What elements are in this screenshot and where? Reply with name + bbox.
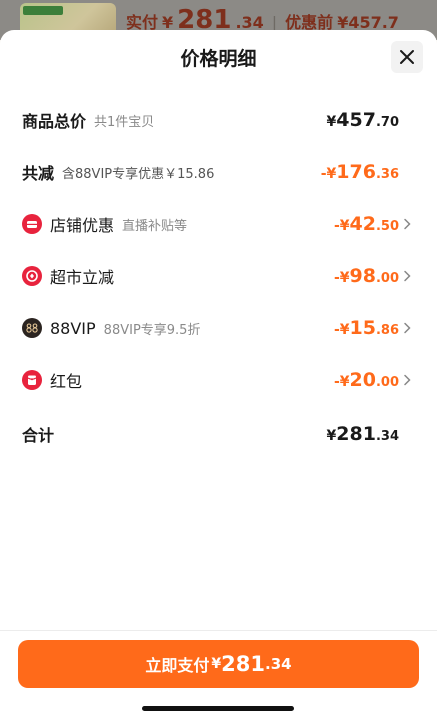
- row-sum: 合计 ¥ 281 .34: [0, 414, 437, 454]
- price-detail-page: 实付 ¥ 281 .34 | 优惠前 ¥457.7 价格明细 商品总价 共1件宝…: [0, 0, 437, 720]
- chevron-right-icon: [403, 217, 415, 231]
- row-total-reduction: 共减 含88VIP专享优惠￥15.86 -¥ 176 .36: [0, 152, 437, 192]
- vip-discount-detail: 88VIP专享9.5折: [103, 322, 201, 338]
- goods-total-amount: ¥ 457 .70: [327, 109, 399, 131]
- vip-discount-currency: -¥: [333, 322, 350, 338]
- supermarket-discount-currency: -¥: [333, 270, 350, 286]
- vip-discount-dec: .86: [375, 323, 399, 338]
- red-packet-dec: .00: [375, 375, 399, 390]
- store-discount-dec: .50: [375, 219, 399, 234]
- red-packet-amount: -¥ 20 .00: [334, 369, 399, 391]
- total-reduction-currency: -¥: [320, 166, 337, 182]
- sum-label: 合计: [22, 426, 55, 445]
- chevron-right-icon: [403, 373, 415, 387]
- red-packet-int: 20: [349, 369, 376, 391]
- store-discount-int: 42: [349, 213, 376, 235]
- supermarket-icon: [22, 266, 42, 286]
- goods-count-label: 共1件宝贝: [94, 114, 155, 130]
- goods-total-dec: .70: [375, 115, 399, 130]
- pay-now-label: 立即支付: [145, 656, 210, 675]
- close-icon: [400, 50, 414, 64]
- store-discount-amount: -¥ 42 .50: [334, 213, 399, 235]
- row-red-packet[interactable]: 红包 -¥ 20 .00: [0, 360, 437, 400]
- vip-discount-label: 88VIP: [50, 318, 96, 338]
- row-88vip-discount[interactable]: 88VIP 88VIP专享9.5折 -¥ 15 .86: [0, 308, 437, 348]
- supermarket-discount-amount: -¥ 98 .00: [334, 265, 399, 287]
- sum-currency: ¥: [326, 428, 337, 444]
- store-discount-label: 店铺优惠: [50, 216, 115, 235]
- row-store-discount[interactable]: 店铺优惠 直播补贴等 -¥ 42 .50: [0, 204, 437, 244]
- pay-now-int: 281: [221, 652, 266, 676]
- chevron-right-icon: [403, 321, 415, 335]
- goods-total-label: 商品总价: [22, 112, 87, 131]
- supermarket-discount-dec: .00: [375, 271, 399, 286]
- total-reduction-int: 176: [336, 161, 376, 183]
- vip-discount-int: 15: [349, 317, 376, 339]
- red-packet-label: 红包: [50, 372, 83, 391]
- chevron-right-icon: [403, 269, 415, 283]
- supermarket-discount-label: 超市立减: [50, 268, 115, 287]
- total-reduction-detail: 含88VIP专享优惠￥15.86: [62, 166, 215, 182]
- supermarket-discount-int: 98: [349, 265, 376, 287]
- vip-discount-amount: -¥ 15 .86: [334, 317, 399, 339]
- goods-total-int: 457: [336, 109, 376, 131]
- goods-total-currency: ¥: [326, 114, 337, 130]
- store-coupon-icon: [22, 214, 42, 234]
- red-packet-icon: [22, 370, 42, 390]
- pay-now-currency: ¥: [211, 656, 222, 672]
- sheet-title: 价格明细: [180, 48, 257, 70]
- thumbnail-tag: [23, 6, 63, 15]
- sum-int: 281: [336, 423, 376, 445]
- store-discount-currency: -¥: [333, 218, 350, 234]
- total-reduction-label: 共减: [22, 164, 55, 183]
- pay-now-dec: .34: [265, 655, 292, 673]
- red-packet-currency: -¥: [333, 374, 350, 390]
- pay-now-button[interactable]: 立即支付 ¥ 281 .34: [18, 640, 419, 688]
- total-reduction-amount: -¥ 176 .36: [321, 161, 399, 183]
- total-reduction-dec: .36: [375, 167, 399, 182]
- sum-dec: .34: [375, 429, 399, 444]
- store-discount-detail: 直播补贴等: [122, 218, 188, 234]
- row-goods-total: 商品总价 共1件宝贝 ¥ 457 .70: [0, 100, 437, 140]
- sum-amount: ¥ 281 .34: [327, 423, 399, 445]
- row-supermarket-discount[interactable]: 超市立减 -¥ 98 .00: [0, 256, 437, 296]
- close-button[interactable]: [391, 41, 423, 73]
- vip-88-icon: [22, 318, 42, 338]
- home-indicator[interactable]: [142, 706, 294, 711]
